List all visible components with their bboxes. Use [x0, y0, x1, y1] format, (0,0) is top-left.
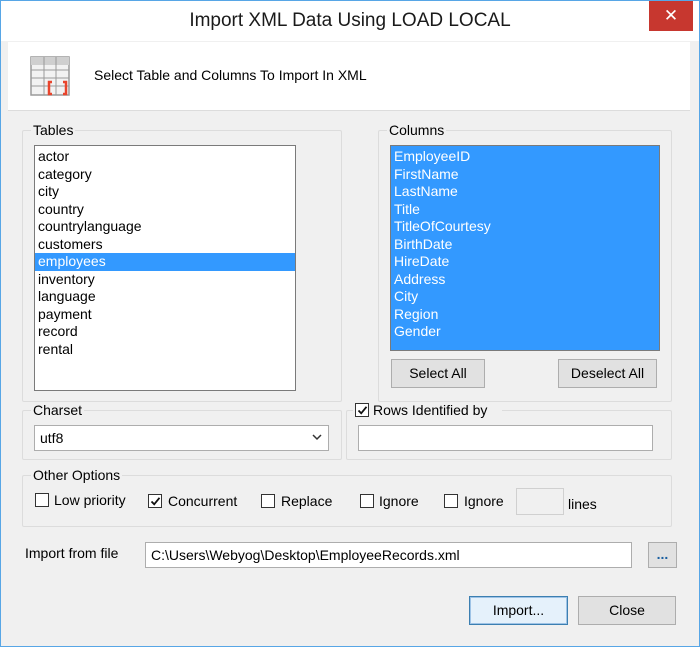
table-list-item[interactable]: city — [35, 183, 295, 201]
header-text: Select Table and Columns To Import In XM… — [94, 67, 367, 83]
column-list-item[interactable]: FirstName — [391, 165, 659, 183]
window-title: Import XML Data Using LOAD LOCAL — [189, 10, 511, 31]
other-options-label: Other Options — [31, 467, 123, 483]
checkmark-icon — [357, 406, 368, 415]
deselect-all-button[interactable]: Deselect All — [558, 359, 657, 388]
table-columns-icon — [30, 56, 70, 96]
import-file-path-input[interactable]: C:\Users\Webyog\Desktop\EmployeeRecords.… — [145, 542, 632, 568]
concurrent-checkbox[interactable] — [148, 494, 162, 508]
column-list-item[interactable]: HireDate — [391, 253, 659, 271]
replace-label: Replace — [281, 493, 333, 509]
column-list-item[interactable]: City — [391, 288, 659, 306]
table-list-item[interactable]: actor — [35, 148, 295, 166]
ignore-lines-checkbox[interactable] — [444, 494, 458, 508]
concurrent-label: Concurrent — [168, 493, 238, 509]
title-bar: Import XML Data Using LOAD LOCAL ✕ — [1, 1, 699, 41]
ignore-lines-label: Ignore — [464, 493, 504, 509]
column-list-item[interactable]: EmployeeID — [391, 148, 659, 166]
table-list-item[interactable]: language — [35, 288, 295, 306]
tables-listbox[interactable]: actor category city country countrylanguage c… — [34, 145, 296, 391]
columns-label: Columns — [387, 122, 447, 138]
column-list-item[interactable]: Gender — [391, 323, 659, 341]
table-list-item[interactable]: country — [35, 201, 295, 219]
column-list-item[interactable]: Region — [391, 305, 659, 323]
column-list-item[interactable]: Title — [391, 200, 659, 218]
close-window-icon[interactable]: ✕ — [649, 1, 693, 31]
tables-label: Tables — [31, 122, 76, 138]
table-list-item[interactable]: countrylanguage — [35, 218, 295, 236]
table-list-item[interactable]: inventory — [35, 271, 295, 289]
rows-identified-checkbox[interactable] — [355, 403, 369, 417]
ignore-lines-input[interactable] — [516, 488, 564, 515]
rows-identified-input[interactable] — [358, 425, 653, 451]
checkmark-icon — [150, 497, 161, 506]
table-list-item[interactable]: rental — [35, 341, 295, 359]
charset-value: utf8 — [40, 430, 64, 446]
columns-listbox[interactable]: EmployeeID FirstName LastName Title TitleOfC… — [390, 145, 660, 351]
charset-label: Charset — [31, 402, 85, 418]
table-list-item[interactable]: customers — [35, 236, 295, 254]
table-list-item[interactable]: category — [35, 166, 295, 184]
close-button[interactable]: Close — [578, 596, 676, 625]
lines-suffix-label: lines — [568, 496, 597, 512]
import-button[interactable]: Import... — [469, 596, 568, 625]
charset-dropdown[interactable]: utf8 — [34, 425, 329, 451]
replace-checkbox[interactable] — [261, 494, 275, 508]
column-list-item[interactable]: TitleOfCourtesy — [391, 218, 659, 236]
column-list-item[interactable]: BirthDate — [391, 235, 659, 253]
column-list-item[interactable]: Address — [391, 270, 659, 288]
low-priority-checkbox[interactable] — [35, 493, 49, 507]
import-file-label: Import from file — [25, 545, 119, 561]
low-priority-label: Low priority — [54, 492, 126, 508]
ignore-label: Ignore — [379, 493, 419, 509]
table-list-item[interactable]: record — [35, 323, 295, 341]
select-all-button[interactable]: Select All — [391, 359, 485, 388]
rows-identified-label: Rows Identified by — [373, 402, 488, 418]
table-list-item[interactable]: payment — [35, 306, 295, 324]
table-list-item[interactable]: employees — [35, 253, 295, 271]
ignore-checkbox[interactable] — [360, 494, 374, 508]
column-list-item[interactable]: LastName — [391, 183, 659, 201]
browse-button[interactable]: ... — [648, 542, 677, 568]
chevron-down-icon — [312, 434, 322, 441]
